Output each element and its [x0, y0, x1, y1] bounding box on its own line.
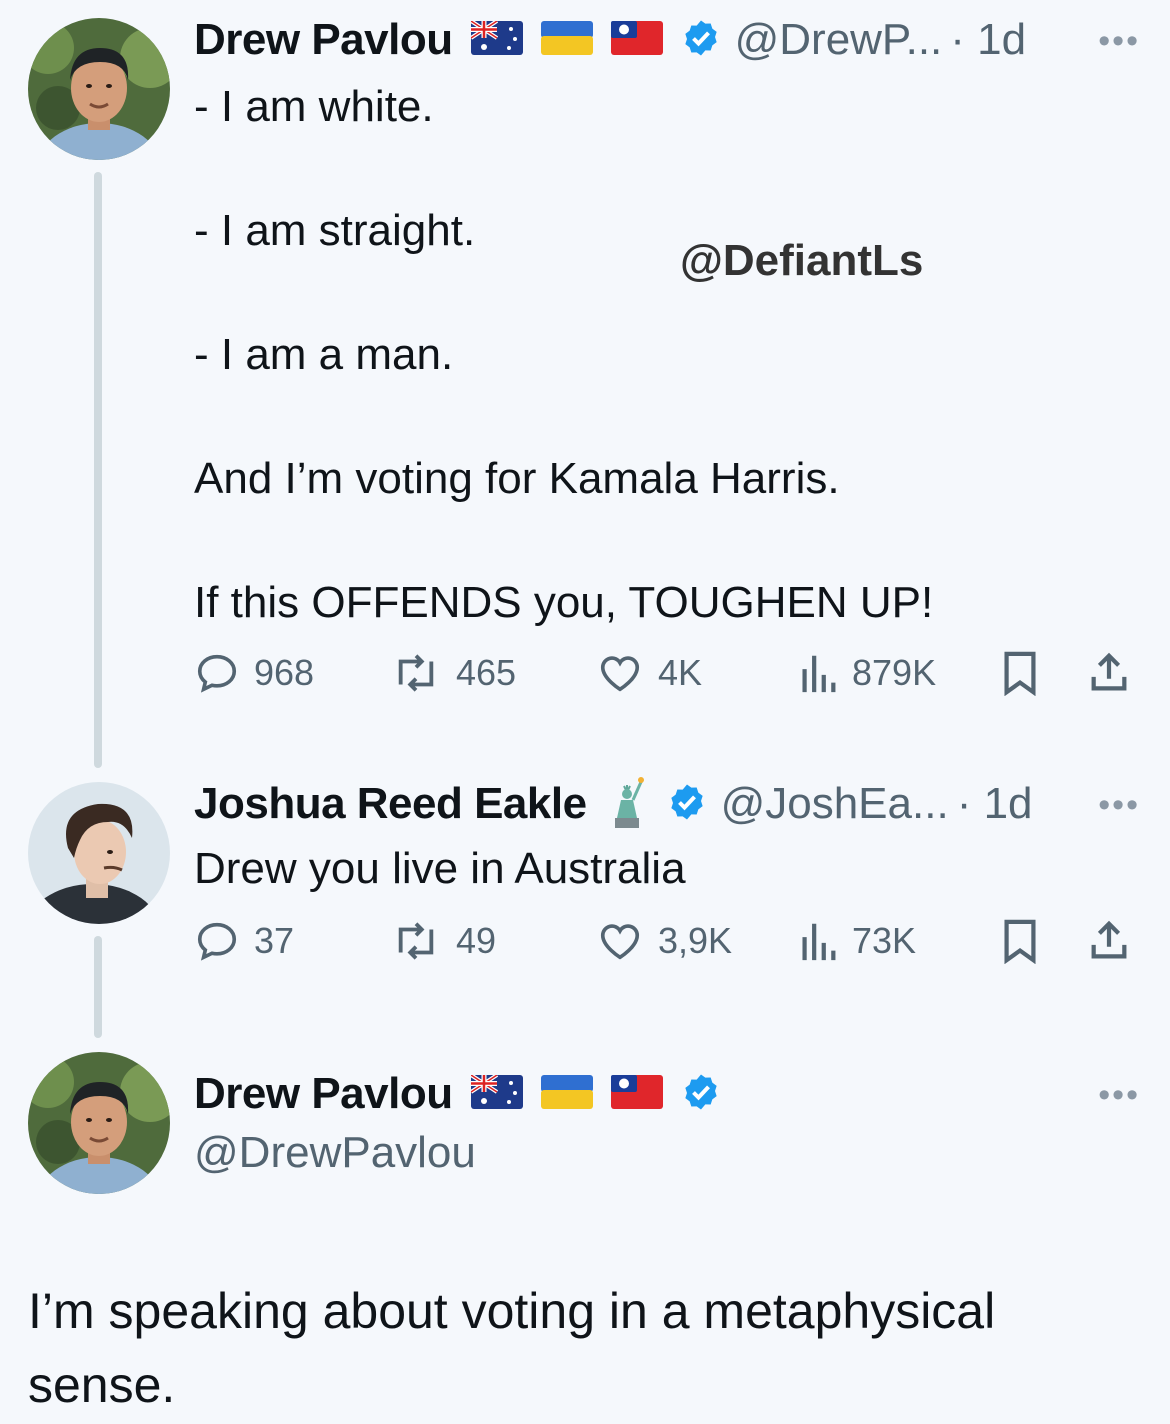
avatar-drew-pavlou[interactable] [28, 1052, 170, 1194]
repost-count: 49 [456, 920, 497, 961]
more-icon[interactable]: ••• [1098, 22, 1140, 61]
tweet-drew-pavlou[interactable]: Drew Pavlou @DrewP... · 1d ••• - I am wh… [0, 0, 1170, 768]
tweet-header: Drew Pavlou @DrewP... · 1d [194, 14, 1026, 66]
tweet-text: Drew you live in Australia [194, 844, 686, 893]
focused-tweet-text: I’m speaking about voting in a metaphysi… [28, 1283, 996, 1413]
repost-count: 465 [456, 652, 517, 693]
reply-count: 37 [254, 920, 295, 961]
reply-button[interactable]: 968 [194, 650, 314, 696]
ukraine-flag-icon [540, 1074, 593, 1114]
verified-badge-icon [681, 18, 721, 63]
like-count: 3,9K [658, 920, 733, 961]
views-count: 73K [852, 920, 917, 961]
taiwan-flag-icon [610, 20, 663, 60]
views-icon [802, 923, 836, 961]
repost-icon [398, 922, 434, 960]
tweet-joshua-reed-eakle[interactable]: Joshua Reed Eakle @JoshEa... · 1d ••• Dr… [0, 760, 1170, 1050]
repost-icon [398, 654, 434, 692]
australia-flag-icon [469, 1072, 523, 1114]
thread-line [94, 172, 102, 768]
bookmark-button[interactable] [1000, 918, 1054, 964]
timestamp[interactable]: · 1d [950, 15, 1026, 65]
timestamp[interactable]: · 1d [957, 779, 1033, 829]
user-handle[interactable]: @DrewPavlou [194, 1128, 476, 1178]
display-name[interactable]: Joshua Reed Eakle [194, 779, 587, 829]
share-icon [1091, 652, 1127, 691]
more-icon[interactable]: ••• [1098, 1076, 1140, 1115]
like-icon [600, 656, 640, 692]
like-button[interactable]: 3,9K [596, 918, 732, 964]
repost-button[interactable]: 465 [390, 650, 516, 696]
reply-icon [197, 922, 237, 961]
bookmark-icon [1004, 919, 1036, 964]
views-count: 879K [852, 652, 937, 693]
verified-badge-icon [667, 782, 707, 827]
tweet-actions: 37 49 3,9K 73K [194, 918, 1144, 978]
share-icon [1091, 920, 1127, 959]
share-button[interactable] [1086, 918, 1146, 964]
australia-flag-icon [469, 18, 523, 60]
like-count: 4K [658, 652, 703, 693]
thread-line [94, 936, 102, 1038]
ukraine-flag-icon [540, 20, 593, 60]
taiwan-flag-icon [610, 1074, 663, 1114]
tweet-actions: 968 465 4K 879K [194, 650, 1144, 710]
reply-icon [197, 654, 237, 693]
share-button[interactable] [1086, 650, 1146, 696]
like-button[interactable]: 4K [596, 650, 702, 696]
user-handle[interactable]: @JoshEa... [721, 779, 949, 829]
user-handle[interactable]: @DrewP... [735, 15, 943, 65]
more-icon[interactable]: ••• [1098, 786, 1140, 825]
repost-button[interactable]: 49 [390, 918, 496, 964]
views-button[interactable]: 879K [798, 650, 936, 696]
reply-button[interactable]: 37 [194, 918, 294, 964]
like-icon [600, 924, 640, 960]
tweet-header: Joshua Reed Eakle @JoshEa... · 1d [194, 776, 1033, 832]
tweet-header: Drew Pavlou [194, 1066, 721, 1122]
reply-count: 968 [254, 652, 315, 693]
avatar-drew-pavlou[interactable] [28, 18, 170, 160]
bookmark-button[interactable] [1000, 650, 1054, 696]
tweet-text: - I am white. - I am straight. - I am a … [194, 82, 934, 627]
display-name[interactable]: Drew Pavlou [194, 1069, 453, 1119]
verified-badge-icon [681, 1072, 721, 1117]
watermark: @DefiantLs [680, 236, 924, 285]
views-icon [802, 655, 836, 693]
views-button[interactable]: 73K [798, 918, 916, 964]
statue-of-liberty-icon [605, 774, 649, 835]
bookmark-icon [1004, 651, 1036, 696]
avatar-joshua-reed-eakle[interactable] [28, 782, 170, 924]
display-name[interactable]: Drew Pavlou [194, 15, 453, 65]
